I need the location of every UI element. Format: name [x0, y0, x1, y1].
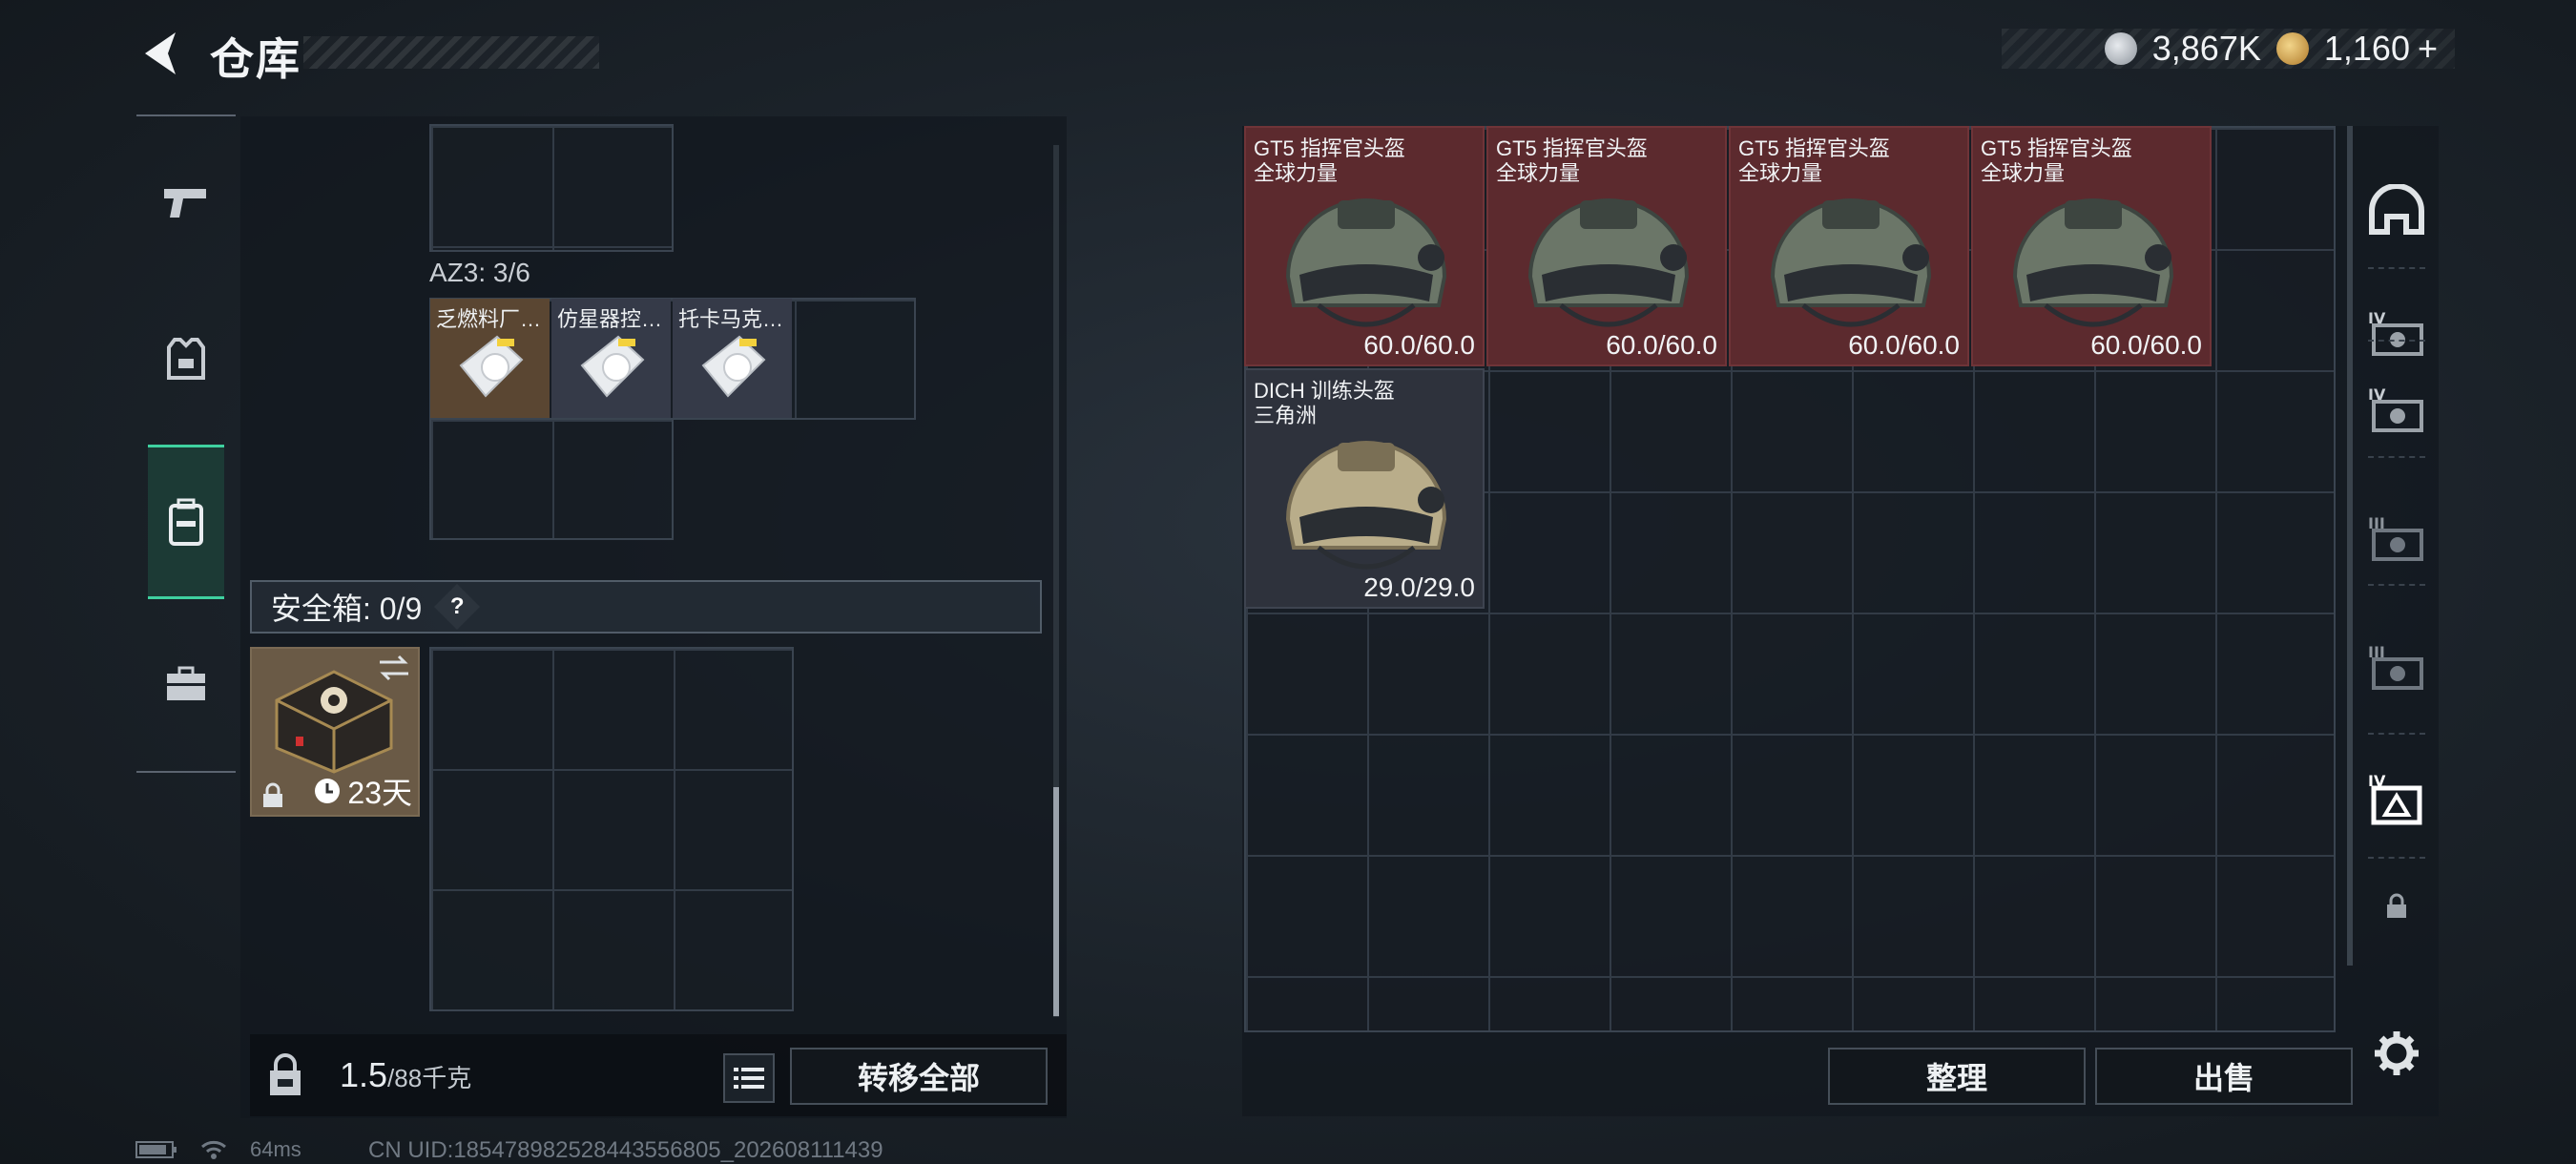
safe-box-duration: 23天	[347, 776, 412, 810]
nav-weapons[interactable]	[136, 131, 236, 274]
help-icon: ?	[449, 592, 465, 619]
helmet-icon	[1285, 198, 1447, 327]
helmet-icon	[2012, 198, 2174, 327]
keycard-icon	[580, 335, 645, 398]
status-indicators: 64ms	[135, 1137, 301, 1162]
silver-coin-icon	[2104, 32, 2137, 65]
nav-tier-iii-case[interactable]: III	[2358, 482, 2435, 596]
nav-backpack[interactable]	[148, 445, 224, 599]
sell-button[interactable]: 出售	[2095, 1048, 2353, 1105]
helmet-item[interactable]: GT5 指挥官头盔 全球力量 60.0/60.0	[1486, 126, 1727, 366]
tier-iv-helmet-case-icon: IV	[2368, 772, 2422, 825]
weight-value: 1.5/88千克	[340, 1055, 471, 1095]
armor-vest-icon	[167, 338, 205, 380]
item-brand: 全球力量	[1496, 161, 1581, 185]
backpack-scroll-thumb[interactable]	[1053, 787, 1059, 1016]
item-durability: 60.0/60.0	[1363, 330, 1475, 360]
nav-tier-iii-case-2[interactable]: III	[2358, 611, 2435, 725]
backpack-icon	[169, 498, 203, 546]
nav-armor[interactable]	[136, 288, 236, 431]
helmet-icon	[1285, 441, 1447, 570]
transfer-all-button[interactable]: 转移全部	[790, 1048, 1048, 1105]
item-brand: 全球力量	[1981, 161, 2066, 185]
briefcase-icon	[167, 666, 205, 700]
back-arrow-icon	[145, 32, 176, 74]
weight-max: /88千克	[387, 1064, 472, 1092]
lock-icon	[2387, 893, 2406, 918]
keycard-item[interactable]: 仿星器控…	[551, 299, 671, 418]
list-icon	[734, 1068, 764, 1089]
safe-box-header: 安全箱: 0/9 ?	[250, 580, 1042, 634]
nav-tier-iv-helmet-case[interactable]: IV	[2358, 742, 2435, 857]
pocket-grid	[429, 124, 674, 252]
gear-icon	[2375, 1031, 2419, 1075]
helmet-icon	[1770, 198, 1932, 327]
currency-bar: 3,867K 1,160 +	[2002, 29, 2455, 69]
helmet-item[interactable]: GT5 指挥官头盔 全球力量 60.0/60.0	[1729, 126, 1969, 366]
keycard-icon	[459, 335, 524, 398]
list-view-button[interactable]	[723, 1053, 775, 1103]
item-durability: 60.0/60.0	[1848, 330, 1960, 360]
nav-helmets[interactable]	[2358, 153, 2435, 267]
item-durability: 29.0/29.0	[1363, 572, 1475, 602]
helmet-item[interactable]: GT5 指挥官头盔 全球力量 60.0/60.0	[1971, 126, 2212, 366]
item-brand: 全球力量	[1254, 161, 1339, 185]
item-brand: 全球力量	[1738, 161, 1823, 185]
back-button[interactable]	[134, 27, 187, 80]
safe-box-grid	[429, 647, 794, 1011]
item-durability: 60.0/60.0	[2090, 330, 2202, 360]
tier-iv-case-icon: IV	[2368, 309, 2423, 356]
add-currency-button[interactable]: +	[2418, 29, 2438, 69]
helmet-category-icon	[2369, 184, 2424, 235]
nav-locked-slot[interactable]	[2358, 868, 2435, 945]
keycard-icon	[701, 335, 766, 398]
tier-iii-case-icon: III	[2368, 643, 2423, 690]
weight-lock-icon	[270, 1053, 301, 1095]
helmet-item[interactable]: GT5 指挥官头盔 全球力量 60.0/60.0	[1244, 126, 1485, 366]
page-title: 仓库	[210, 34, 301, 84]
user-uid: CN UID:18547898252844355680​5_2026081114…	[368, 1137, 883, 1163]
ping-value: 64ms	[250, 1137, 301, 1161]
keycard-item[interactable]: 乏燃料厂…	[430, 299, 550, 418]
sort-button[interactable]: 整理	[1828, 1048, 2086, 1105]
keycard-item[interactable]: 托卡马克…	[673, 299, 792, 418]
help-button[interactable]: ?	[434, 583, 481, 631]
gold-amount: 1,160	[2323, 29, 2410, 68]
item-durability: 60.0/60.0	[1606, 330, 1717, 360]
left-category-nav	[136, 114, 236, 773]
battery-icon	[135, 1141, 177, 1158]
swap-icon	[380, 655, 408, 681]
wifi-icon	[201, 1140, 226, 1159]
settings-button[interactable]	[2368, 1025, 2425, 1082]
safe-box-label: 安全箱: 0/9	[271, 592, 423, 626]
tier-iv-case-icon: IV	[2368, 385, 2423, 432]
gold-coin-icon	[2275, 32, 2309, 65]
tier-iii-case-icon: III	[2368, 514, 2423, 561]
weight-current: 1.5	[340, 1055, 388, 1094]
safe-box-item[interactable]: 23天	[250, 647, 420, 817]
lock-icon	[263, 782, 282, 807]
item-brand: 三角洲	[1254, 404, 1318, 427]
helmet-item[interactable]: DICH 训练头盔 三角洲 29.0/29.0	[1244, 368, 1485, 609]
nav-tier-iv-case-2[interactable]: IV	[2358, 353, 2435, 468]
az3-grid-lower	[429, 418, 674, 540]
stash-scrollbar[interactable]	[2347, 126, 2353, 966]
silver-amount: 3,867K	[2151, 29, 2261, 68]
az3-label: AZ3: 3/6	[429, 258, 530, 287]
pistol-icon	[164, 189, 206, 218]
clock-icon	[315, 779, 341, 803]
nav-case[interactable]	[136, 613, 236, 756]
weight-lock-button[interactable]	[250, 1038, 321, 1112]
helmet-icon	[1527, 198, 1690, 327]
title-decoration	[303, 36, 599, 69]
